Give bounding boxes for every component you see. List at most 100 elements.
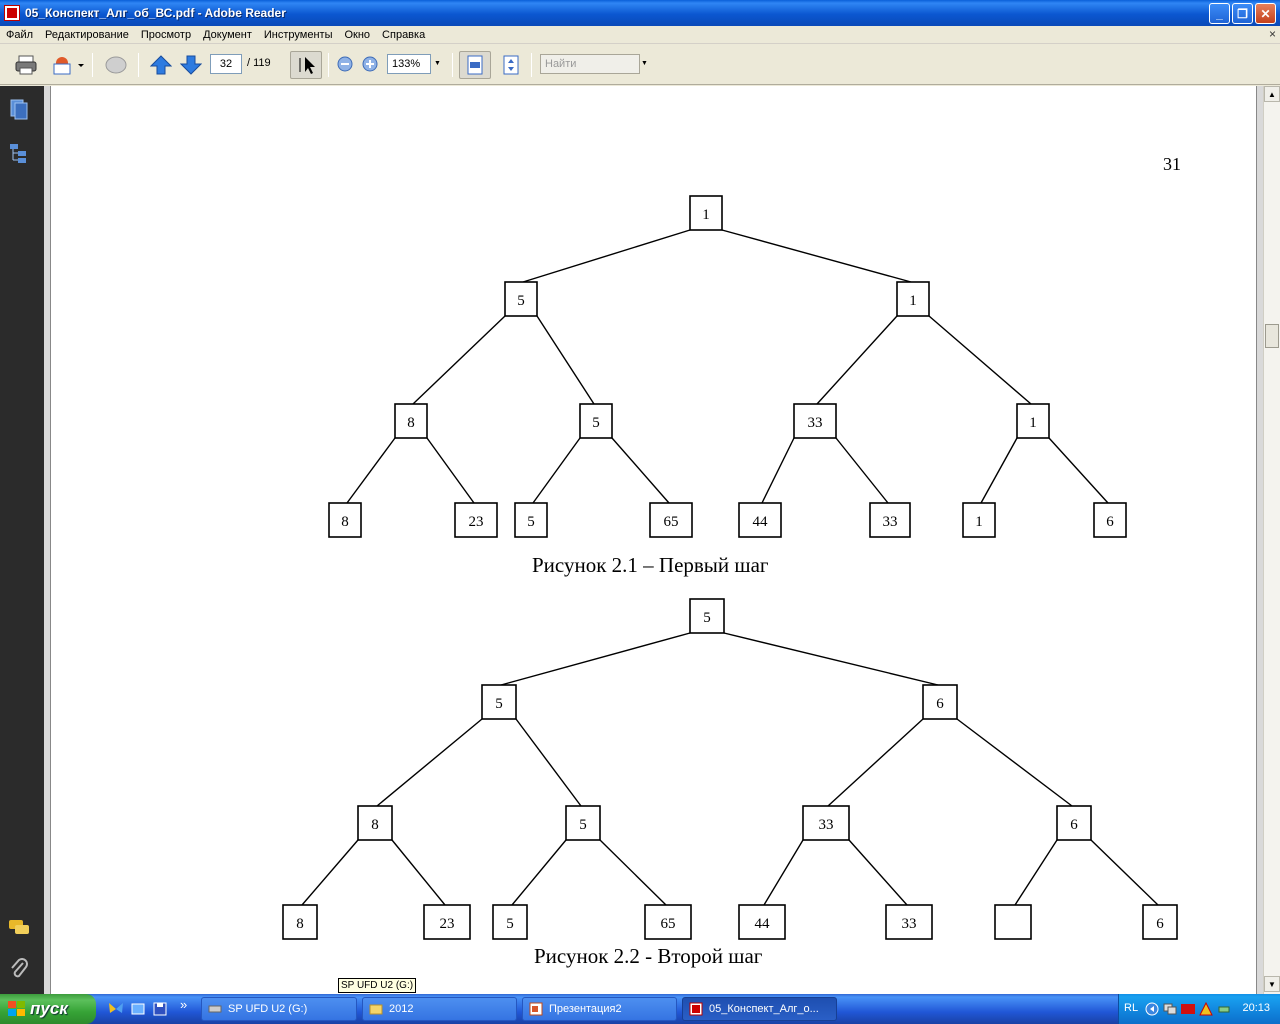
page-number-input[interactable]: 32 [210, 54, 242, 74]
quicklaunch-butterfly-icon[interactable] [108, 1001, 124, 1017]
figure2-edge [956, 718, 1073, 807]
pdf-icon [689, 1002, 703, 1016]
figure2-node-label: 6 [936, 696, 944, 712]
figure1-node-label: 1 [702, 207, 710, 223]
figure2-node: 6 [1142, 904, 1178, 940]
menu-window[interactable]: Окно [338, 29, 376, 41]
zoom-level-input[interactable]: 133% [387, 54, 431, 74]
figure1-node-label: 1 [975, 514, 983, 530]
select-cursor-icon [299, 57, 315, 74]
taskbar: пуск » SP UFD U2 (G:) 2012 Презентация2 … [0, 994, 1280, 1024]
close-button[interactable]: ✕ [1255, 3, 1276, 24]
restore-button[interactable]: ❐ [1232, 3, 1253, 24]
task-presentation[interactable]: Презентация2 [522, 997, 677, 1021]
figure2-node-label: 33 [819, 817, 834, 833]
figure1-node: 5 [504, 281, 538, 317]
previous-page-button[interactable] [148, 52, 174, 78]
menu-view[interactable]: Просмотр [135, 29, 197, 41]
figure2-node: 8 [282, 904, 318, 940]
zoom-out-icon [337, 56, 353, 72]
figure2-node [994, 904, 1032, 940]
figure2-node: 65 [644, 904, 692, 940]
figure1-node: 23 [454, 502, 498, 538]
figure2-node: 33 [802, 805, 850, 841]
zoom-dropdown-icon[interactable]: ▼ [434, 60, 441, 67]
fit-page-icon [503, 55, 519, 75]
figure2-edge [391, 839, 446, 906]
menu-document[interactable]: Документ [197, 29, 258, 41]
tray-security-icon[interactable] [1199, 1002, 1213, 1016]
page-total: / 119 [247, 57, 271, 69]
zoom-in-button[interactable] [360, 54, 380, 74]
task-adobe-reader[interactable]: 05_Конспект_Алг_о... [682, 997, 837, 1021]
system-tray: RL 20:13 [1118, 994, 1280, 1024]
drive-icon [208, 1005, 222, 1013]
next-page-button[interactable] [178, 52, 204, 78]
windows-logo-icon [8, 1001, 25, 1016]
close-document-icon[interactable]: × [1269, 27, 1276, 41]
scroll-down-button[interactable]: ▼ [1264, 976, 1280, 992]
figure2-node: 5 [689, 598, 725, 634]
tray-safely-remove-icon[interactable] [1217, 1002, 1231, 1016]
fit-page-button[interactable] [498, 52, 524, 78]
figure2-node: 8 [357, 805, 393, 841]
taskbar-tooltip: SP UFD U2 (G:) [338, 978, 417, 993]
menu-help[interactable]: Справка [376, 29, 431, 41]
document-viewport[interactable]: 31 1 5 1 8 5 33 1 8 23 5 65 44 33 1 6 5 5 6 8 5 33 6 8 23 5 65 44 3… [44, 86, 1263, 994]
figure2-edge [515, 718, 582, 807]
task-2012-folder[interactable]: 2012 [362, 997, 517, 1021]
figure2-node: 44 [738, 904, 786, 940]
figure1-edge [536, 315, 595, 405]
window-title: 05_Конспект_Алг_об_ВС.pdf - Adobe Reader [25, 6, 286, 20]
figure1-edge [761, 437, 795, 504]
menu-tools[interactable]: Инструменты [258, 29, 339, 41]
figure1-node-label: 5 [527, 514, 535, 530]
tray-network-icon[interactable] [1163, 1002, 1177, 1016]
hand-tool-button[interactable] [102, 52, 130, 78]
zoom-out-button[interactable] [335, 54, 355, 74]
tray-show-hidden-icon[interactable] [1145, 1002, 1159, 1016]
search-dropdown-icon[interactable]: ▼ [641, 60, 648, 67]
start-button[interactable]: пуск [0, 994, 96, 1024]
figure1-node-label: 6 [1106, 514, 1114, 530]
attachments-panel-button[interactable] [8, 958, 30, 980]
clock: 20:13 [1242, 1002, 1270, 1014]
email-button[interactable] [48, 52, 86, 78]
figure2-node-label: 6 [1070, 817, 1078, 833]
figure2-edge [848, 839, 908, 906]
figure1-caption: Рисунок 2.1 – Первый шаг [532, 553, 769, 577]
quicklaunch-chevron[interactable]: » [180, 997, 187, 1012]
pdf-page: 31 1 5 1 8 5 33 1 8 23 5 65 44 33 1 6 5 5 6 8 5 33 6 8 23 5 65 44 3… [50, 86, 1257, 994]
comments-panel-button[interactable] [8, 916, 30, 938]
figure2-edge [301, 839, 359, 906]
language-indicator[interactable]: RL [1124, 1002, 1138, 1014]
pages-panel-button[interactable] [8, 98, 30, 120]
figure1-node-label: 33 [883, 514, 898, 530]
figure1-node: 6 [1093, 502, 1127, 538]
scroll-thumb[interactable] [1265, 324, 1279, 348]
minimize-button[interactable]: _ [1209, 3, 1230, 24]
select-tool-button[interactable] [290, 51, 322, 79]
figure1-node-label: 5 [517, 293, 525, 309]
figure1-node: 65 [649, 502, 693, 538]
figure1-node: 33 [793, 403, 837, 439]
task-sp-ufd[interactable]: SP UFD U2 (G:) [201, 997, 357, 1021]
quicklaunch-network-icon[interactable] [130, 1001, 146, 1017]
fit-width-icon [467, 55, 483, 75]
print-button[interactable] [12, 52, 40, 78]
bookmarks-panel-button[interactable] [8, 142, 30, 164]
tray-ati-icon[interactable] [1181, 1002, 1195, 1016]
figure1-edge [532, 437, 581, 504]
figure2-edge [723, 632, 939, 686]
figure2-caption: Рисунок 2.2 - Второй шаг [534, 944, 763, 968]
vertical-scrollbar[interactable]: ▲ ▼ [1263, 86, 1280, 994]
quicklaunch-save-icon[interactable] [152, 1001, 168, 1017]
menu-file[interactable]: Файл [0, 29, 39, 41]
fit-width-button[interactable] [459, 51, 491, 79]
figure1-edge [928, 315, 1032, 405]
start-label: пуск [30, 999, 68, 1018]
menu-edit[interactable]: Редактирование [39, 29, 135, 41]
search-input[interactable]: Найти [540, 54, 640, 74]
figure2-node-label: 23 [440, 916, 455, 932]
scroll-up-button[interactable]: ▲ [1264, 86, 1280, 102]
